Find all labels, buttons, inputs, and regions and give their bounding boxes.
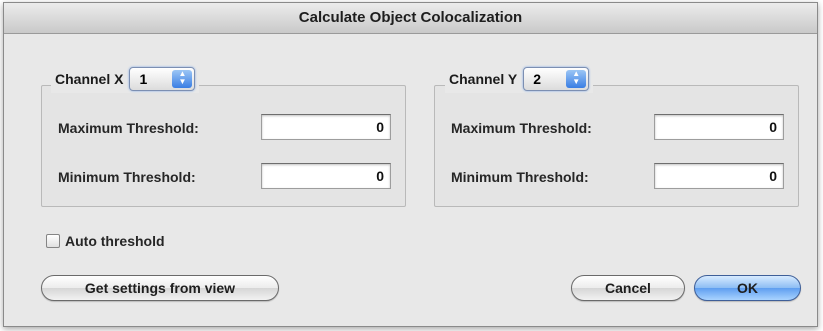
channel-y-label: Channel Y — [449, 71, 518, 87]
channel-x-max-threshold-label: Maximum Threshold: — [58, 120, 199, 136]
channel-y-max-threshold-label: Maximum Threshold: — [451, 120, 592, 136]
cancel-button[interactable]: Cancel — [571, 275, 685, 301]
ok-button[interactable]: OK — [694, 275, 801, 301]
auto-threshold-checkbox[interactable] — [46, 234, 60, 248]
channel-y-max-threshold-field[interactable] — [654, 114, 784, 140]
stepper-arrows-icon[interactable]: ▲ ▼ — [172, 70, 193, 88]
get-settings-from-view-button[interactable]: Get settings from view — [41, 275, 279, 301]
channel-x-max-threshold-field[interactable] — [261, 114, 391, 140]
channel-x-value: 1 — [139, 71, 148, 87]
dialog-title: Calculate Object Colocalization — [4, 3, 817, 34]
channel-y-legend: Channel Y 2 ▲ ▼ — [445, 65, 594, 93]
channel-y-stepper[interactable]: 2 ▲ ▼ — [523, 67, 590, 91]
channel-y-min-threshold-field[interactable] — [654, 163, 784, 189]
channel-x-label: Channel X — [55, 71, 124, 87]
channel-x-legend: Channel X 1 ▲ ▼ — [51, 65, 200, 93]
stepper-arrows-icon[interactable]: ▲ ▼ — [566, 70, 587, 88]
channel-x-stepper[interactable]: 1 ▲ ▼ — [129, 67, 196, 91]
channel-y-value: 2 — [533, 71, 541, 87]
channel-x-min-threshold-field[interactable] — [261, 163, 391, 189]
channel-y-group: Maximum Threshold: Minimum Threshold: — [434, 85, 799, 207]
auto-threshold-row[interactable]: Auto threshold — [46, 233, 165, 249]
channel-x-min-threshold-label: Minimum Threshold: — [58, 169, 196, 185]
channel-y-min-threshold-label: Minimum Threshold: — [451, 169, 589, 185]
auto-threshold-label[interactable]: Auto threshold — [65, 233, 165, 249]
channel-x-group: Maximum Threshold: Minimum Threshold: — [41, 85, 406, 207]
colocalization-dialog: Calculate Object Colocalization Maximum … — [3, 2, 818, 327]
